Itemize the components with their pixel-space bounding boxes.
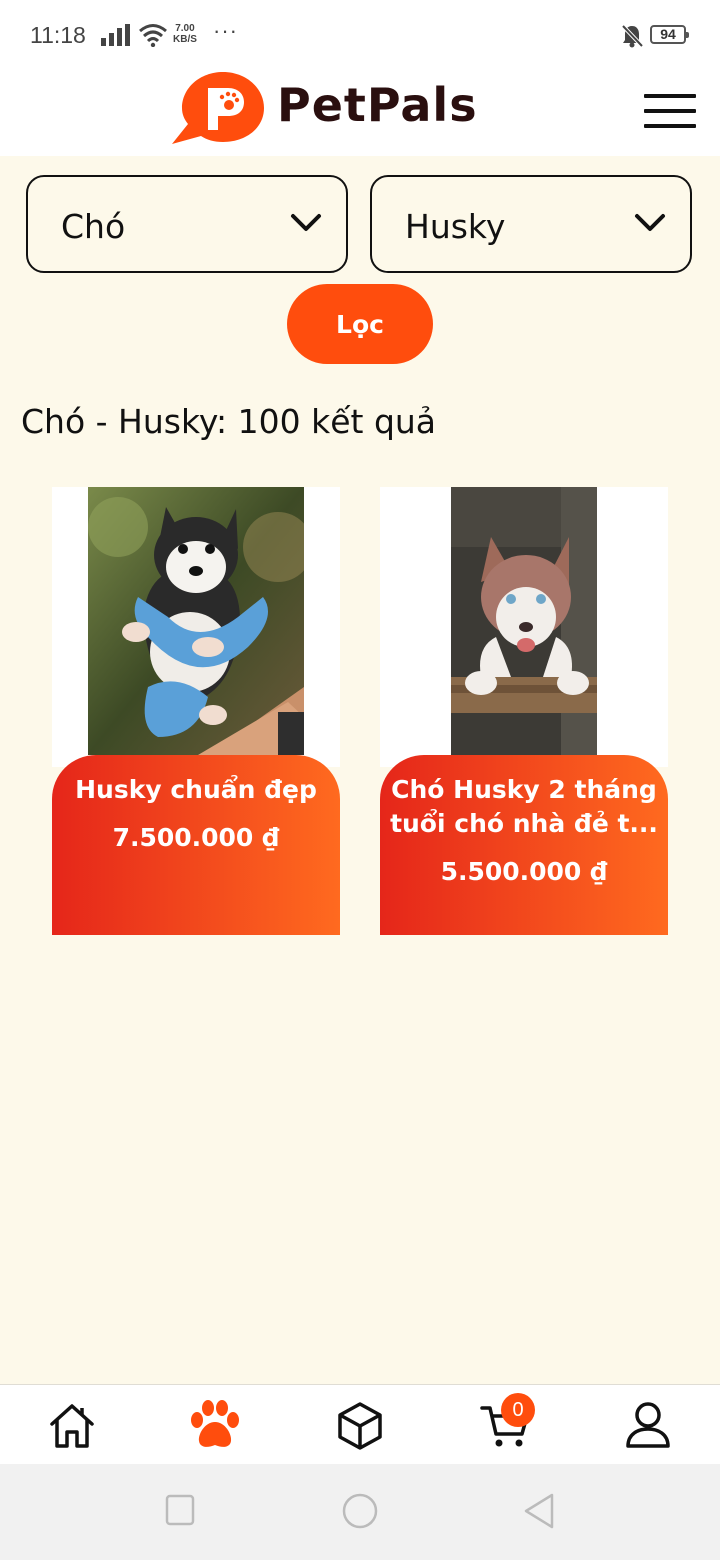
category-select[interactable]: Chó: [26, 175, 348, 273]
system-navigation-bar: [0, 1464, 720, 1560]
app-header: PetPals: [0, 70, 720, 156]
app-name: PetPals: [277, 78, 478, 132]
product-info: Chó Husky 2 tháng tuổi chó nhà đẻ t... 5…: [380, 755, 668, 935]
more-notifications: ···: [213, 18, 238, 43]
home-button[interactable]: [341, 1492, 379, 1534]
status-time: 11:18: [30, 22, 86, 48]
network-speed-value: 7.00: [175, 23, 195, 34]
product-price: 5.500.000 ₫: [440, 857, 608, 886]
chevron-down-icon: [290, 213, 322, 237]
product-name: Husky chuẩn đẹp: [75, 775, 317, 804]
battery-indicator: 94: [650, 25, 689, 44]
logo[interactable]: PetPals: [170, 70, 480, 150]
menu-bar: [644, 94, 696, 98]
product-price: 7.500.000 ₫: [112, 823, 280, 852]
product-image-area: [380, 487, 668, 767]
product-image-area: [52, 487, 340, 767]
user-icon[interactable]: [620, 1398, 676, 1454]
product-card[interactable]: Husky chuẩn đẹp 7.500.000 ₫: [52, 487, 340, 935]
cart-count-badge: 0: [501, 1393, 535, 1427]
product-image: [88, 487, 304, 755]
breed-select-value: Husky: [405, 207, 506, 246]
results-title: Chó - Husky: 100 kết quả: [21, 402, 437, 441]
chat-bubble-logo-icon: [172, 72, 264, 144]
status-bar: 11:18 7.00 KB/S ··· 94: [0, 0, 720, 70]
product-info: Husky chuẩn đẹp 7.500.000 ₫: [52, 755, 340, 935]
category-select-value: Chó: [61, 207, 126, 246]
menu-bar: [644, 124, 696, 128]
product-card[interactable]: Chó Husky 2 tháng tuổi chó nhà đẻ t... 5…: [380, 487, 668, 935]
home-icon[interactable]: [44, 1398, 100, 1454]
product-image: [451, 487, 597, 755]
network-speed-unit: KB/S: [173, 34, 197, 45]
menu-icon[interactable]: [644, 94, 696, 128]
bell-muted-icon: [621, 24, 644, 53]
signal-icon: [101, 24, 131, 51]
filter-button[interactable]: Lọc: [287, 284, 433, 364]
wifi-icon: [138, 23, 168, 52]
breed-select[interactable]: Husky: [370, 175, 692, 273]
network-speed: 7.00 KB/S: [173, 23, 197, 45]
chevron-down-icon: [634, 213, 666, 237]
product-name: Chó Husky 2 tháng tuổi chó nhà đẻ t...: [390, 775, 658, 838]
paw-icon[interactable]: [186, 1396, 242, 1452]
menu-bar: [644, 109, 696, 113]
box-icon[interactable]: [332, 1398, 388, 1454]
recent-apps-button[interactable]: [165, 1494, 195, 1530]
back-button[interactable]: [522, 1492, 556, 1534]
